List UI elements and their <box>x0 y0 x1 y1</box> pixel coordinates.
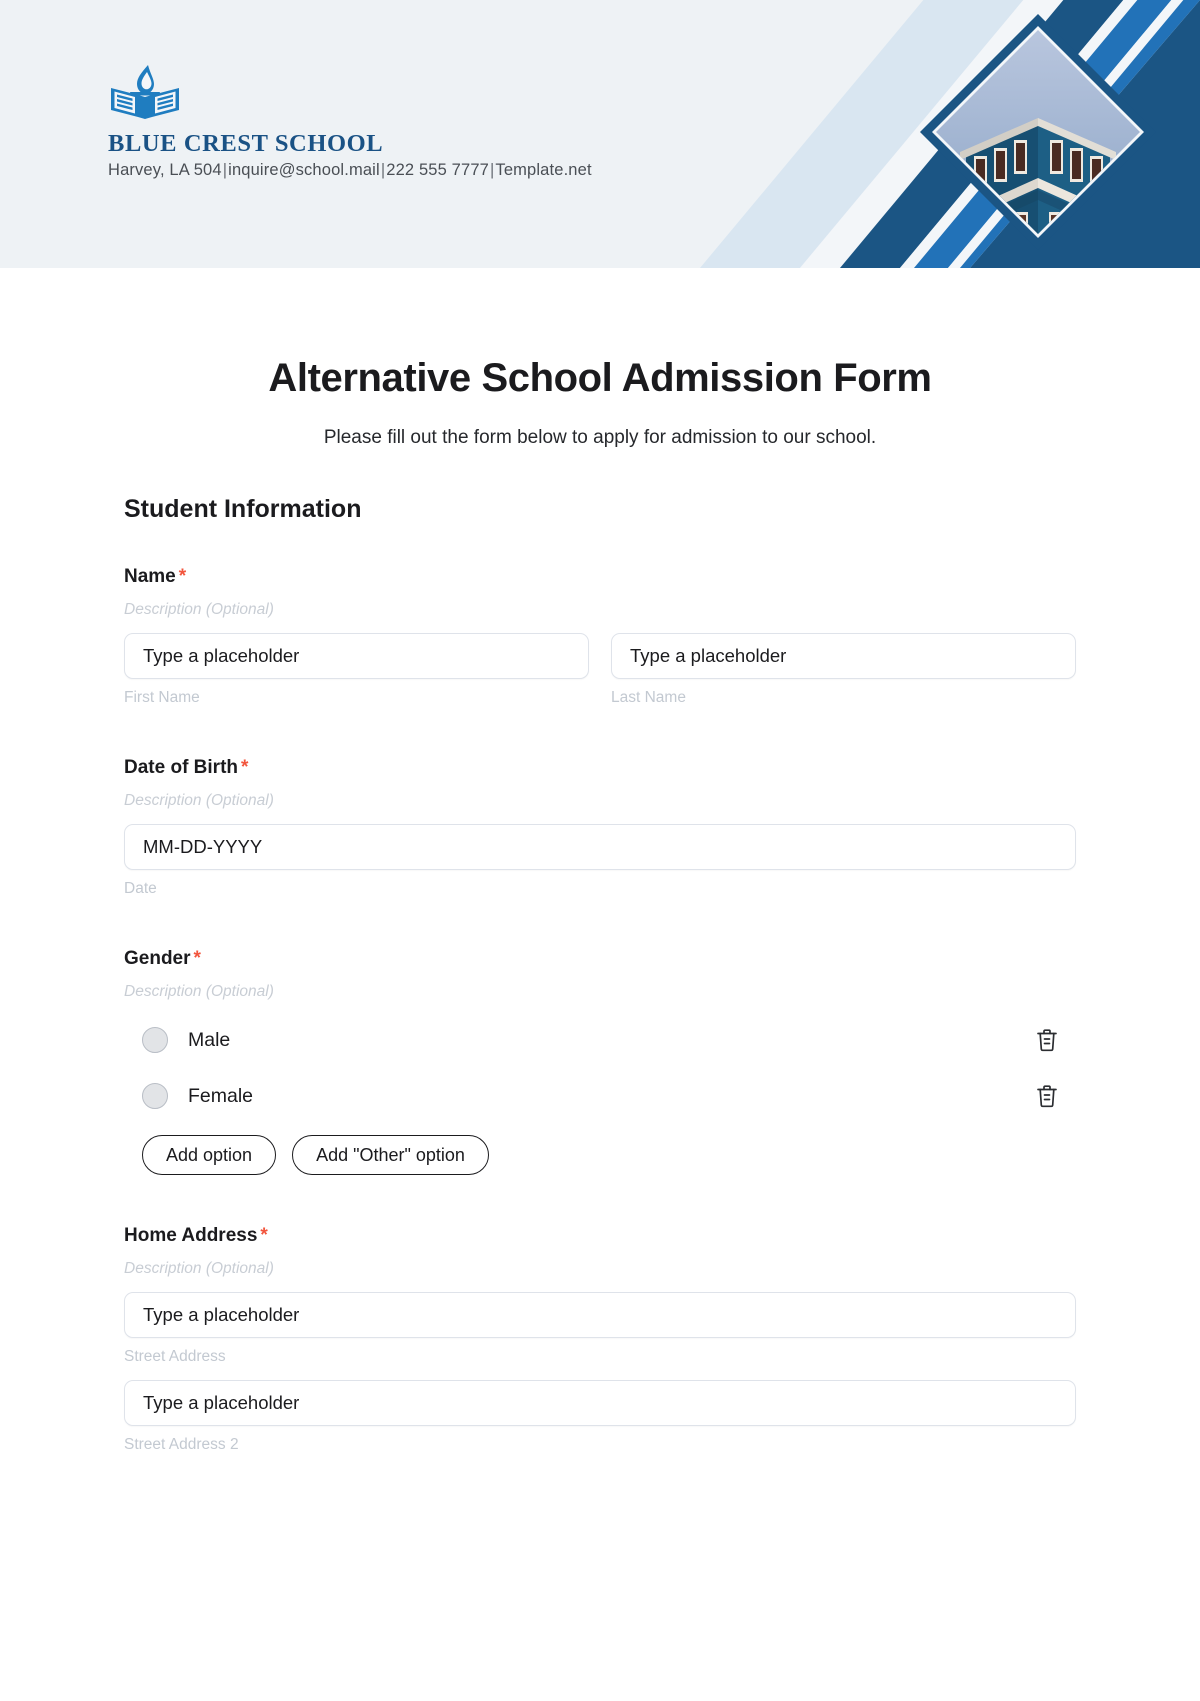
school-contact-line: Harvey, LA 504|inquire@school.mail|222 5… <box>108 161 728 180</box>
contact-phone: 222 555 7777 <box>386 161 489 180</box>
field-label-date-of-birth: Date of Birth * <box>124 757 1076 779</box>
required-asterisk: * <box>260 1225 268 1246</box>
field-label-home-address-text: Home Address <box>124 1225 258 1246</box>
last-name-input[interactable]: Type a placeholder <box>611 633 1076 679</box>
school-logo-icon <box>111 65 179 119</box>
section-heading-student-information: Student Information <box>124 495 362 523</box>
first-name-sublabel: First Name <box>124 689 200 706</box>
field-description-home-address: Description (Optional) <box>124 1260 274 1277</box>
field-label-name: Name * <box>124 566 1076 588</box>
school-brand: BLUE CREST SCHOOL Harvey, LA 504|inquire… <box>108 62 728 180</box>
field-label-gender-text: Gender <box>124 948 191 969</box>
field-home-address: Home Address * Description (Optional) Typ… <box>124 1225 1076 1454</box>
street-address-group: Type a placeholder Street Address <box>124 1292 1076 1366</box>
delete-option-female-button[interactable] <box>1032 1081 1062 1111</box>
date-of-birth-input-row: MM-DD-YYYY Date <box>124 824 1076 898</box>
add-other-option-button[interactable]: Add "Other" option <box>292 1135 489 1175</box>
date-of-birth-column: MM-DD-YYYY Date <box>124 824 1076 898</box>
page-subtitle: Please fill out the form below to apply … <box>323 427 877 448</box>
field-label-date-of-birth-text: Date of Birth <box>124 757 238 778</box>
name-input-row: Type a placeholder First Name Type a pla… <box>124 633 1076 707</box>
field-label-home-address: Home Address * <box>124 1225 1076 1247</box>
required-asterisk: * <box>241 757 249 778</box>
field-gender: Gender * Description (Optional) Male Fem… <box>124 948 1076 1175</box>
trash-icon <box>1037 1029 1057 1052</box>
field-name: Name * Description (Optional) Type a plac… <box>124 566 1076 707</box>
street-address-sublabel: Street Address <box>124 1348 226 1365</box>
required-asterisk: * <box>193 948 201 969</box>
field-description-date-of-birth: Description (Optional) <box>124 792 274 809</box>
page-header: BLUE CREST SCHOOL Harvey, LA 504|inquire… <box>0 0 1200 268</box>
field-description-name: Description (Optional) <box>124 601 274 618</box>
page-title: Alternative School Admission Form <box>268 356 932 400</box>
admission-form-page: BLUE CREST SCHOOL Harvey, LA 504|inquire… <box>0 0 1200 1701</box>
gender-option-male-label: Male <box>188 1028 231 1051</box>
form-body: Alternative School Admission Form Please… <box>0 356 1200 1454</box>
street-address-2-sublabel: Street Address 2 <box>124 1436 239 1453</box>
last-name-column: Type a placeholder Last Name <box>611 633 1076 707</box>
radio-icon-male[interactable] <box>142 1027 168 1053</box>
field-label-name-text: Name <box>124 566 176 587</box>
radio-icon-female[interactable] <box>142 1083 168 1109</box>
last-name-sublabel: Last Name <box>611 689 686 706</box>
street-address-2-group: Type a placeholder Street Address 2 <box>124 1380 1076 1454</box>
required-asterisk: * <box>178 566 187 587</box>
date-of-birth-sublabel: Date <box>124 880 157 897</box>
field-date-of-birth: Date of Birth * Description (Optional) MM… <box>124 757 1076 898</box>
first-name-input[interactable]: Type a placeholder <box>124 633 589 679</box>
field-label-gender: Gender * <box>124 948 1076 970</box>
gender-option-female[interactable]: Female <box>124 1073 1076 1119</box>
field-description-gender: Description (Optional) <box>124 983 274 1000</box>
delete-option-male-button[interactable] <box>1032 1025 1062 1055</box>
school-name: BLUE CREST SCHOOL <box>108 130 384 157</box>
contact-email: inquire@school.mail <box>228 161 380 180</box>
add-option-button[interactable]: Add option <box>142 1135 277 1175</box>
street-address-input[interactable]: Type a placeholder <box>124 1292 1076 1338</box>
gender-option-male[interactable]: Male <box>124 1017 1076 1063</box>
date-of-birth-input[interactable]: MM-DD-YYYY <box>124 824 1076 870</box>
gender-option-list: Male Female <box>124 1017 1076 1119</box>
contact-website: Template.net <box>495 161 592 180</box>
street-address-2-input[interactable]: Type a placeholder <box>124 1380 1076 1426</box>
first-name-column: Type a placeholder First Name <box>124 633 589 707</box>
gender-option-female-label: Female <box>188 1084 254 1107</box>
contact-address: Harvey, LA 504 <box>108 161 222 180</box>
trash-icon <box>1037 1085 1057 1108</box>
gender-option-actions: Add option Add "Other" option <box>142 1135 1076 1175</box>
